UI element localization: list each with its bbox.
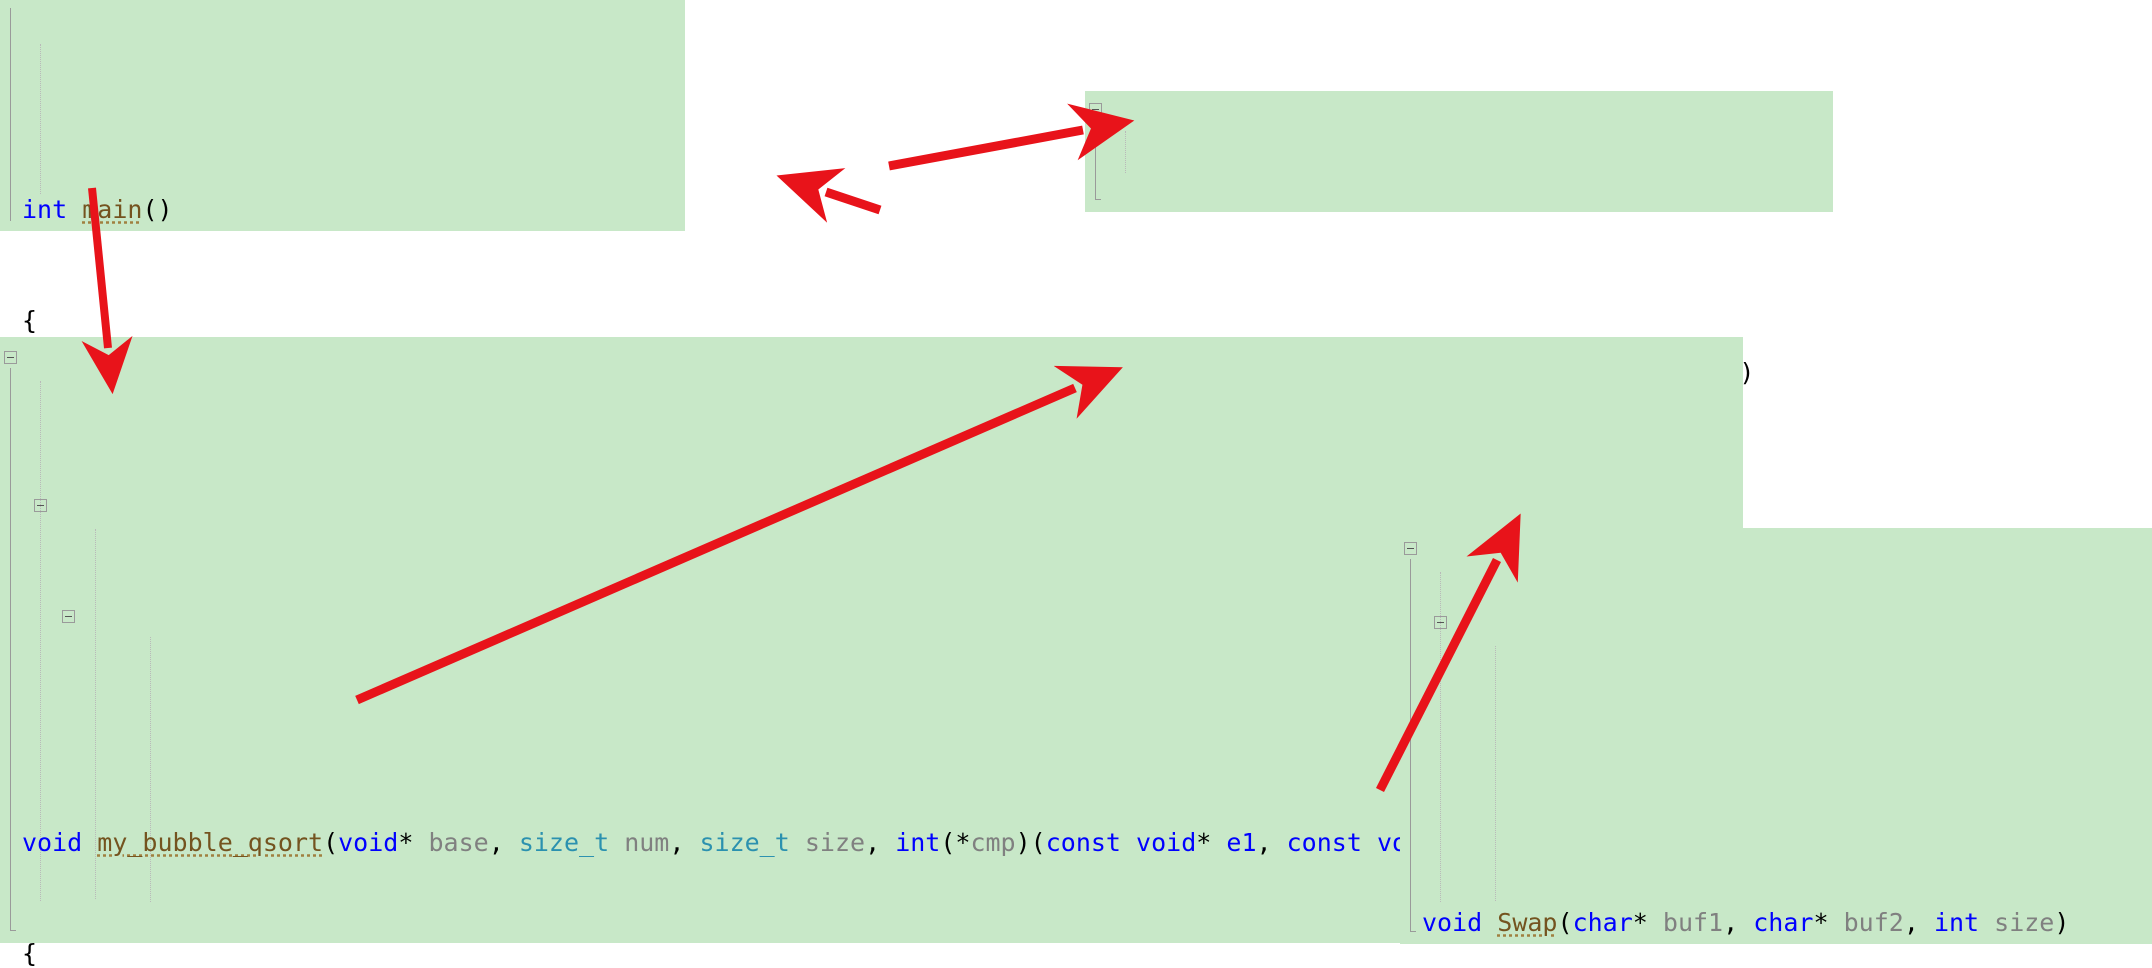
main-function-block: int main() { int arr[] = { 3,2,5,6,8,7,9… (0, 0, 835, 890)
fold-rail-cmp-int (1095, 120, 1096, 200)
fold-rail-end (10, 930, 16, 931)
code-line: int main() (22, 195, 173, 224)
indent-guide (40, 44, 42, 194)
cmp-int-function-block: int cmp_int(const void* e1, const void* … (1085, 91, 1833, 720)
fold-rail-end (1095, 199, 1101, 200)
code-screenshot-canvas: int main() { int arr[] = { 3,2,5,6,8,7,9… (0, 0, 2152, 968)
arrow-cmp-int-back-to-main (776, 168, 882, 223)
fold-rail-qsort (10, 368, 11, 931)
arrow-cmp-int-to-definition (888, 103, 1135, 171)
indent-guide (1440, 572, 1442, 902)
fold-rail-end (1410, 931, 1416, 932)
code-line: void Swap(char* buf1, char* buf2, int si… (1422, 908, 2070, 937)
indent-guide (1125, 131, 1127, 173)
indent-guide (40, 381, 42, 901)
fold-toggle-icon[interactable] (1089, 103, 1102, 116)
fold-toggle-icon[interactable] (62, 610, 75, 623)
indent-guide (150, 637, 152, 902)
fold-rail-main (10, 8, 11, 221)
fold-rail-swap (1410, 559, 1411, 932)
swap-function-block: void Swap(char* buf1, char* buf2, int si… (1400, 528, 2152, 944)
code-line: { (22, 306, 38, 335)
fold-toggle-icon[interactable] (1404, 542, 1417, 555)
indent-guide (1495, 646, 1497, 901)
fold-toggle-icon[interactable] (4, 351, 17, 364)
